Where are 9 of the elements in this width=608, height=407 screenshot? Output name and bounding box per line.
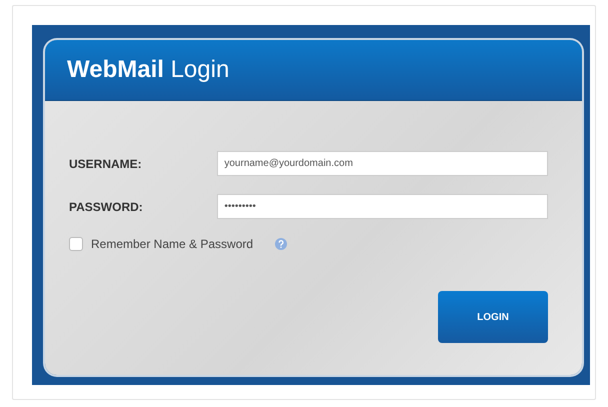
checkbox[interactable] — [69, 237, 83, 251]
help-icon[interactable] — [275, 238, 288, 250]
field-label: PASSWORD: — [69, 200, 144, 214]
field-label: USERNAME: — [69, 156, 143, 170]
input-field[interactable]: yourname@yourdomain.com — [217, 151, 548, 176]
checkbox-label[interactable]: Remember Name & Password — [91, 237, 254, 251]
input-field[interactable]: ••••••••• — [217, 194, 548, 219]
login-title: WebMail Login — [67, 56, 230, 84]
login-button[interactable]: LOGIN — [438, 291, 548, 343]
